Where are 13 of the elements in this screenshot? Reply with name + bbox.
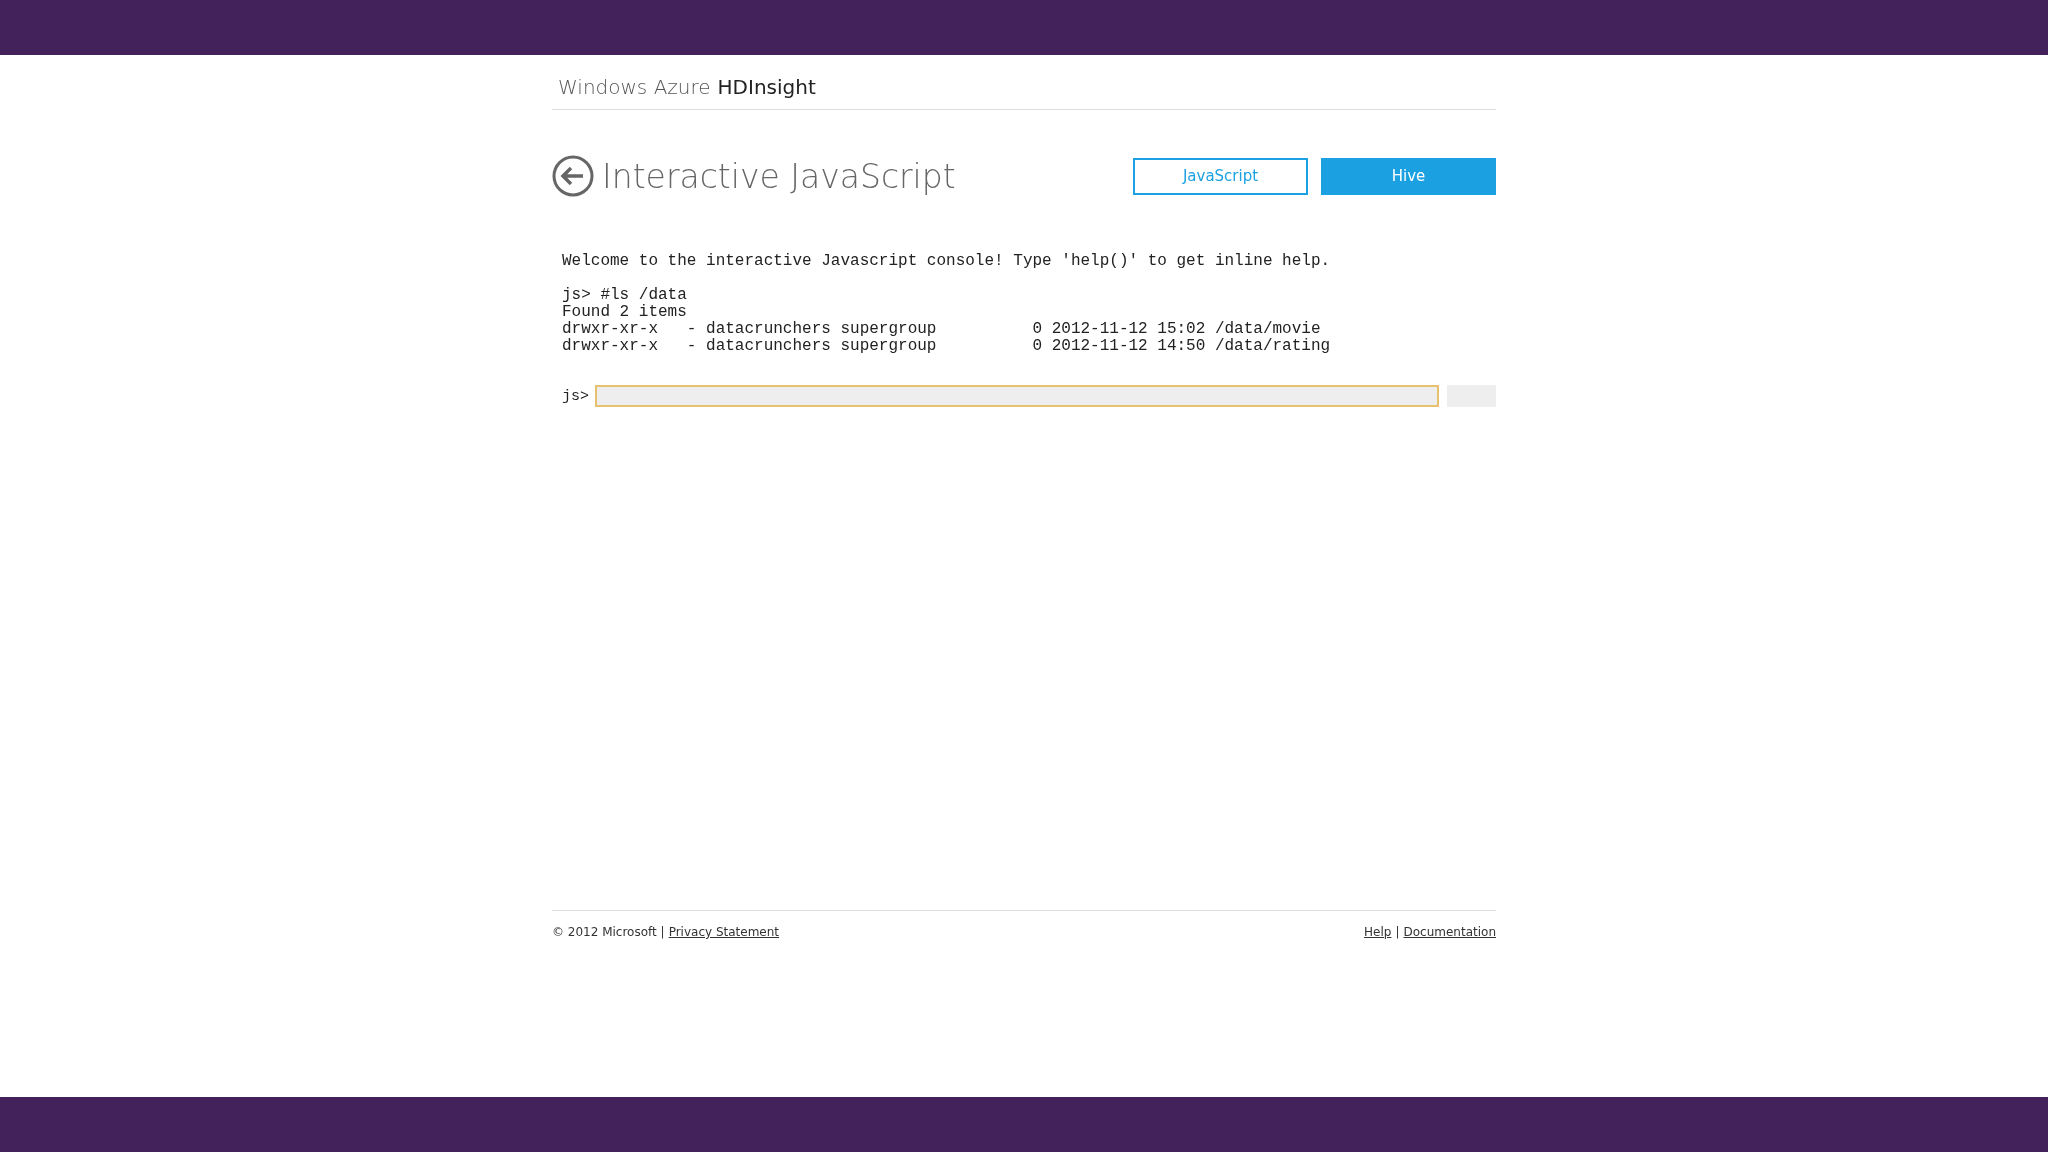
footer-link[interactable]: Documentation: [1403, 925, 1496, 939]
brand-logo[interactable]: Windows Azure HDInsight: [552, 55, 1496, 110]
separator-text: |: [1395, 925, 1400, 939]
console-line: drwxr-xr-x - datacrunchers supergroup 0 2012-11-12 14:50 /data/rating: [562, 338, 1332, 355]
console-prompt: js>: [562, 387, 589, 405]
console-line: drwxr-xr-x - datacrunchers supergroup 0 2012-11-12 15:02 /data/movie: [562, 321, 1322, 338]
page-title: Interactive JavaScript: [602, 156, 956, 196]
console-line: js> #ls /data: [562, 287, 688, 304]
copyright-text: © 2012 Microsoft |: [552, 925, 665, 939]
console-line: Welcome to the interactive Javascript console! Type 'help()' to get inline help.: [562, 253, 1332, 270]
footer-link[interactable]: Privacy Statement: [668, 925, 780, 939]
footer-link[interactable]: Help: [1364, 925, 1392, 939]
console-line: Found 2 items: [562, 304, 688, 321]
